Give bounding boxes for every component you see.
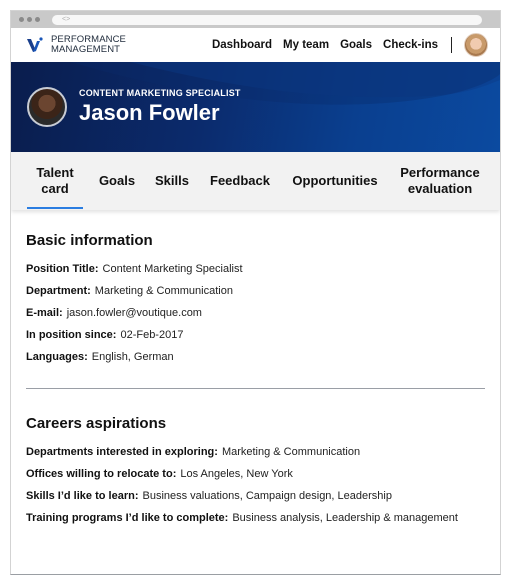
window-dot-icon[interactable] xyxy=(35,17,40,22)
info-row-department: Department: Marketing & Communication xyxy=(26,280,485,302)
tab-feedback[interactable]: Feedback xyxy=(205,152,275,210)
tab-talent-card[interactable]: Talent card xyxy=(27,152,83,210)
profile-avatar xyxy=(27,87,67,127)
field-value: 02-Feb-2017 xyxy=(120,329,184,341)
top-navigation: PERFORMANCE MANAGEMENT Dashboard My team… xyxy=(11,28,500,62)
info-row-offices-relocate: Offices willing to relocate to: Los Angel… xyxy=(26,463,485,485)
nav-link-dashboard[interactable]: Dashboard xyxy=(212,39,272,51)
window-dot-icon[interactable] xyxy=(27,17,32,22)
info-row-training-programs: Training programs I’d like to complete: B… xyxy=(26,507,485,529)
field-label: Skills I’d like to learn: xyxy=(26,490,139,502)
field-value: Business analysis, Leadership & manageme… xyxy=(232,512,458,524)
nav-links: Dashboard My team Goals Check-ins xyxy=(201,33,488,57)
field-value: Marketing & Communication xyxy=(221,446,361,458)
tab-performance-evaluation[interactable]: Performance evaluation xyxy=(395,152,485,210)
tab-opportunities[interactable]: Opportunities xyxy=(287,152,383,210)
tab-skills[interactable]: Skills xyxy=(151,152,193,210)
field-label: In position since: xyxy=(26,329,117,341)
field-label: E-mail: xyxy=(26,307,63,319)
app-logo[interactable]: PERFORMANCE MANAGEMENT xyxy=(26,35,126,55)
nav-divider xyxy=(451,37,452,53)
address-bar[interactable]: <> xyxy=(52,14,482,25)
profile-name: Jason Fowler xyxy=(79,100,220,125)
profile-tabs: Talent card Goals Skills Feedback Opport… xyxy=(11,152,500,210)
window-dot-icon[interactable] xyxy=(19,17,24,22)
section-divider xyxy=(26,388,485,389)
window-controls xyxy=(19,17,40,22)
nav-link-goals[interactable]: Goals xyxy=(340,39,372,51)
browser-window: <> PERFORMANCE MANAGEMENT Dashboard My t… xyxy=(10,10,501,575)
basic-information-list: Position Title: Content Marketing Special… xyxy=(26,258,485,368)
profile-header: CONTENT MARKETING SPECIALIST Jason Fowle… xyxy=(11,62,500,152)
field-label: Languages: xyxy=(26,351,88,363)
field-value: Los Angeles, New York xyxy=(180,468,293,480)
logo-icon xyxy=(27,37,43,52)
field-value: jason.fowler@voutique.com xyxy=(66,307,202,319)
info-row-position-title: Position Title: Content Marketing Special… xyxy=(26,258,485,280)
field-label: Training programs I’d like to complete: xyxy=(26,512,229,524)
logo-line-2: MANAGEMENT xyxy=(51,44,121,55)
user-avatar-icon[interactable] xyxy=(464,33,488,57)
career-aspirations-title: Careers aspirations xyxy=(26,415,167,432)
basic-information-title: Basic information xyxy=(26,232,153,249)
field-label: Offices willing to relocate to: xyxy=(26,468,177,480)
field-label: Position Title: xyxy=(26,263,99,275)
info-row-languages: Languages: English, German xyxy=(26,346,485,368)
nav-link-my-team[interactable]: My team xyxy=(283,39,329,51)
field-label: Departments interested in exploring: xyxy=(26,446,218,458)
info-row-departments-exploring: Departments interested in exploring: Mark… xyxy=(26,441,485,463)
info-row-in-position-since: In position since: 02-Feb-2017 xyxy=(26,324,485,346)
field-value: English, German xyxy=(91,351,174,363)
tab-goals[interactable]: Goals xyxy=(95,152,139,210)
info-row-skills-to-learn: Skills I’d like to learn: Business valuat… xyxy=(26,485,485,507)
field-value: Marketing & Communication xyxy=(94,285,233,297)
browser-chrome: <> xyxy=(11,11,500,28)
talent-card-content: Basic information Position Title: Content… xyxy=(11,210,500,529)
field-value: Business valuations, Campaign design, Le… xyxy=(142,490,392,502)
career-aspirations-list: Departments interested in exploring: Mark… xyxy=(26,441,485,529)
info-row-email: E-mail: jason.fowler@voutique.com xyxy=(26,302,485,324)
field-value: Content Marketing Specialist xyxy=(102,263,243,275)
nav-link-check-ins[interactable]: Check-ins xyxy=(383,39,438,51)
field-label: Department: xyxy=(26,285,91,297)
profile-role: CONTENT MARKETING SPECIALIST xyxy=(79,88,241,98)
